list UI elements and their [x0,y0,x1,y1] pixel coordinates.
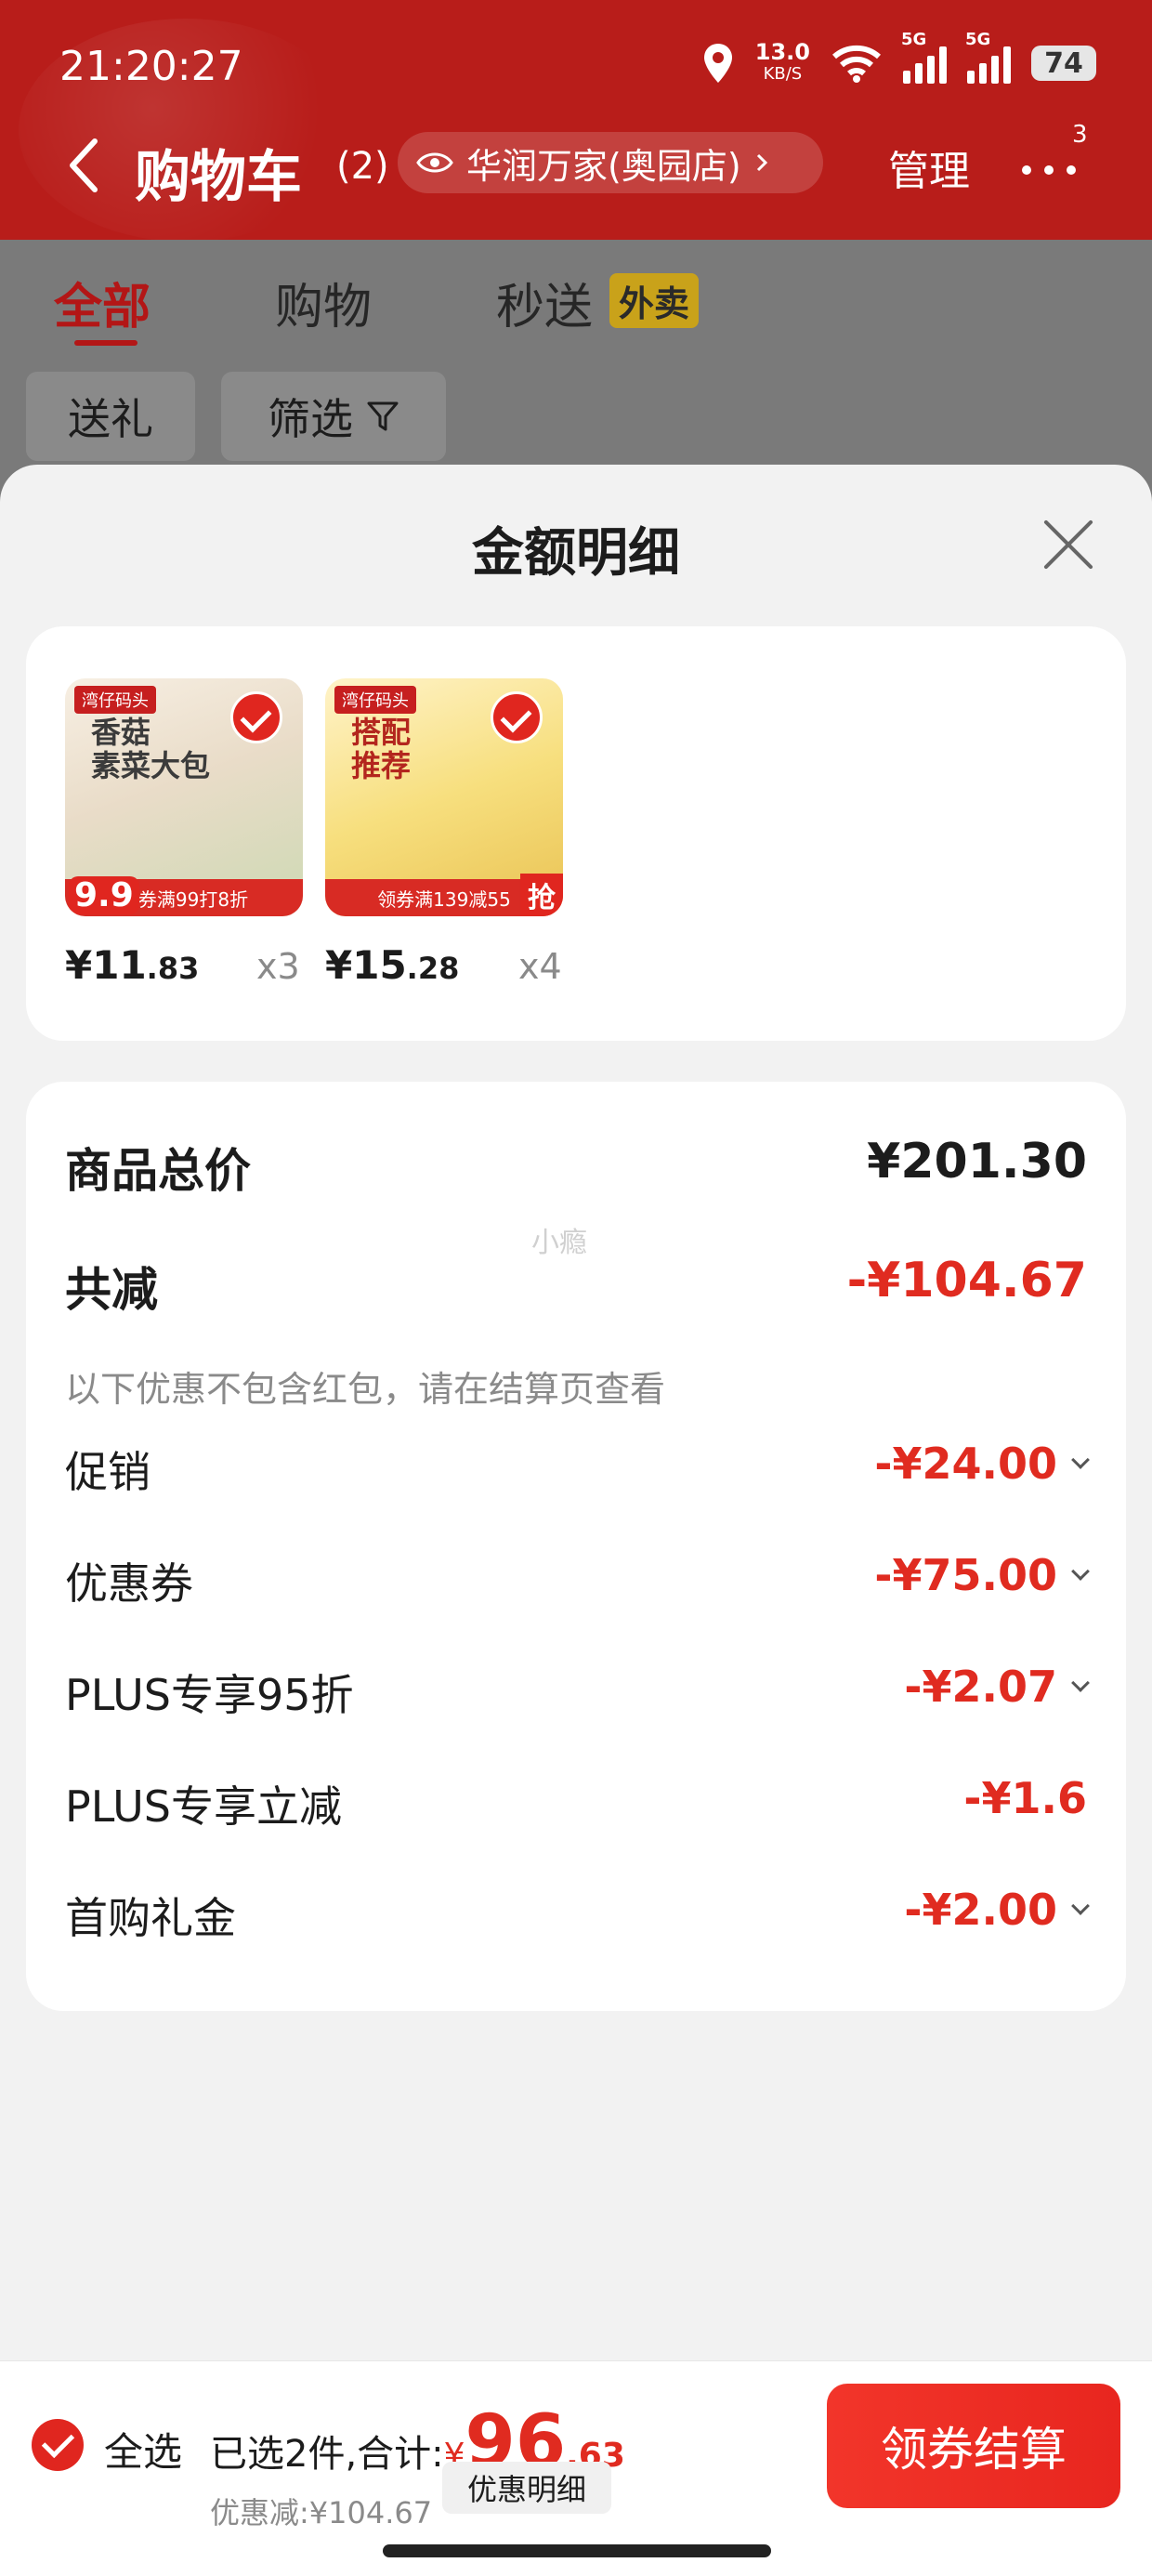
home-indicator[interactable] [383,2544,771,2557]
discount-label: 促销 [65,1447,151,1497]
product-1-price: ¥11.83 [65,942,200,988]
product-2-check-icon[interactable] [491,691,543,743]
chevron-down-icon [1071,1674,1090,1692]
chevron-down-icon [1071,1897,1090,1915]
total-reduce-label: 共减 [65,1263,158,1317]
filter-chip[interactable]: 筛选 [221,372,446,461]
wifi-icon [832,45,881,83]
total-price-value: ¥201.30 [867,1134,1087,1189]
discount-row: PLUS专享立减 -¥1.6 [65,1773,1087,1832]
chevron-down-icon [1071,1562,1090,1581]
chevron-down-icon [1071,1451,1090,1469]
discount-note: 以下优惠不包含红包，请在结算页查看 [65,1369,666,1410]
product-1-qty: x3 [256,946,300,987]
product-1-check-icon[interactable] [230,691,282,743]
location-icon [703,44,732,83]
discount-total: 优惠减:¥104.67 [210,2495,433,2530]
tab-shopping[interactable]: 购物 [275,268,372,337]
discount-value: -¥75.00 [874,1550,1090,1600]
filter-icon [367,401,399,431]
discount-label: 优惠券 [65,1558,193,1609]
signal-2-icon: 5G [965,30,1011,84]
close-icon[interactable] [1041,517,1096,572]
eye-icon [416,152,453,173]
discount-value: -¥1.6 [963,1773,1087,1823]
store-name: 华润万家(奥园店) [466,145,741,187]
status-icons: 13.0 KB/S 5G 5G 74 [701,30,1096,85]
page-title: 购物车 [135,145,302,210]
product-2-qty: x4 [518,946,562,987]
sheet-title: 金额明细 [472,523,680,584]
total-price-label: 商品总价 [65,1144,251,1198]
tab-underline [74,340,137,346]
discount-row[interactable]: 促销 -¥24.00 [65,1439,1090,1497]
more-menu-icon[interactable]: 3 [1022,121,1088,182]
signal-1-icon: 5G [901,30,947,84]
discount-row[interactable]: 首购礼金 -¥2.00 [65,1885,1090,1943]
checkout-button[interactable]: 领券结算 [827,2384,1120,2508]
amount-detail-sheet: 金额明细 湾仔码头 香菇 素菜大包 领券满99打8折 9.9 ¥11.83 x3… [0,465,1152,2576]
select-all-check-icon[interactable] [32,2419,84,2471]
price-summary-card: 小瘾 商品总价 ¥201.30 共减 -¥104.67 以下优惠不包含红包，请在… [26,1082,1126,2011]
takeout-badge: 外卖 [609,273,700,328]
discount-value: -¥2.00 [904,1885,1090,1935]
discount-row[interactable]: PLUS专享95折 -¥2.07 [65,1662,1090,1720]
tab-all[interactable]: 全部 [54,268,151,337]
discount-label: 首购礼金 [65,1893,236,1943]
app-header: 21:20:27 13.0 KB/S 5G 5G 74 购物车 (2) 华润万家(… [0,0,1152,240]
nav-bar: 购物车 (2) 华润万家(奥园店) 管理 3 [0,121,1152,214]
battery-indicator: 74 [1031,46,1096,81]
filter-label: 筛选 [268,394,353,444]
product-card: 湾仔码头 香菇 素菜大包 领券满99打8折 9.9 ¥11.83 x3 湾仔码头… [26,626,1126,1041]
discount-value: -¥2.07 [904,1662,1090,1712]
gift-chip[interactable]: 送礼 [26,372,195,461]
back-arrow-icon[interactable] [65,138,102,193]
total-reduce-row: 共减 -¥104.67 [65,1253,1087,1317]
select-all-label[interactable]: 全选 [104,2421,182,2477]
discount-value: -¥24.00 [874,1439,1090,1489]
discount-detail-button[interactable]: 优惠明细 [442,2462,611,2514]
total-reduce-value: -¥104.67 [846,1253,1087,1308]
cart-count: (2) [336,145,389,188]
discount-label: PLUS专享立减 [65,1781,342,1832]
manage-button[interactable]: 管理 [888,138,970,197]
cart-tabs: 全部 购物 秒送 外卖 [0,240,1152,351]
discount-label: PLUS专享95折 [65,1670,354,1720]
store-selector[interactable]: 华润万家(奥园店) [398,132,823,193]
page: 21:20:27 13.0 KB/S 5G 5G 74 购物车 (2) 华润万家(… [0,0,1152,2576]
chevron-right-icon [756,153,767,172]
status-time: 21:20:27 [59,43,243,90]
total-price-row: 商品总价 ¥201.30 [65,1134,1087,1198]
tab-express[interactable]: 秒送 [496,268,593,337]
discount-row[interactable]: 优惠券 -¥75.00 [65,1550,1090,1609]
product-2-price: ¥15.28 [325,942,460,988]
more-badge: 3 [1072,121,1088,149]
network-speed: 13.0 KB/S [754,39,810,84]
